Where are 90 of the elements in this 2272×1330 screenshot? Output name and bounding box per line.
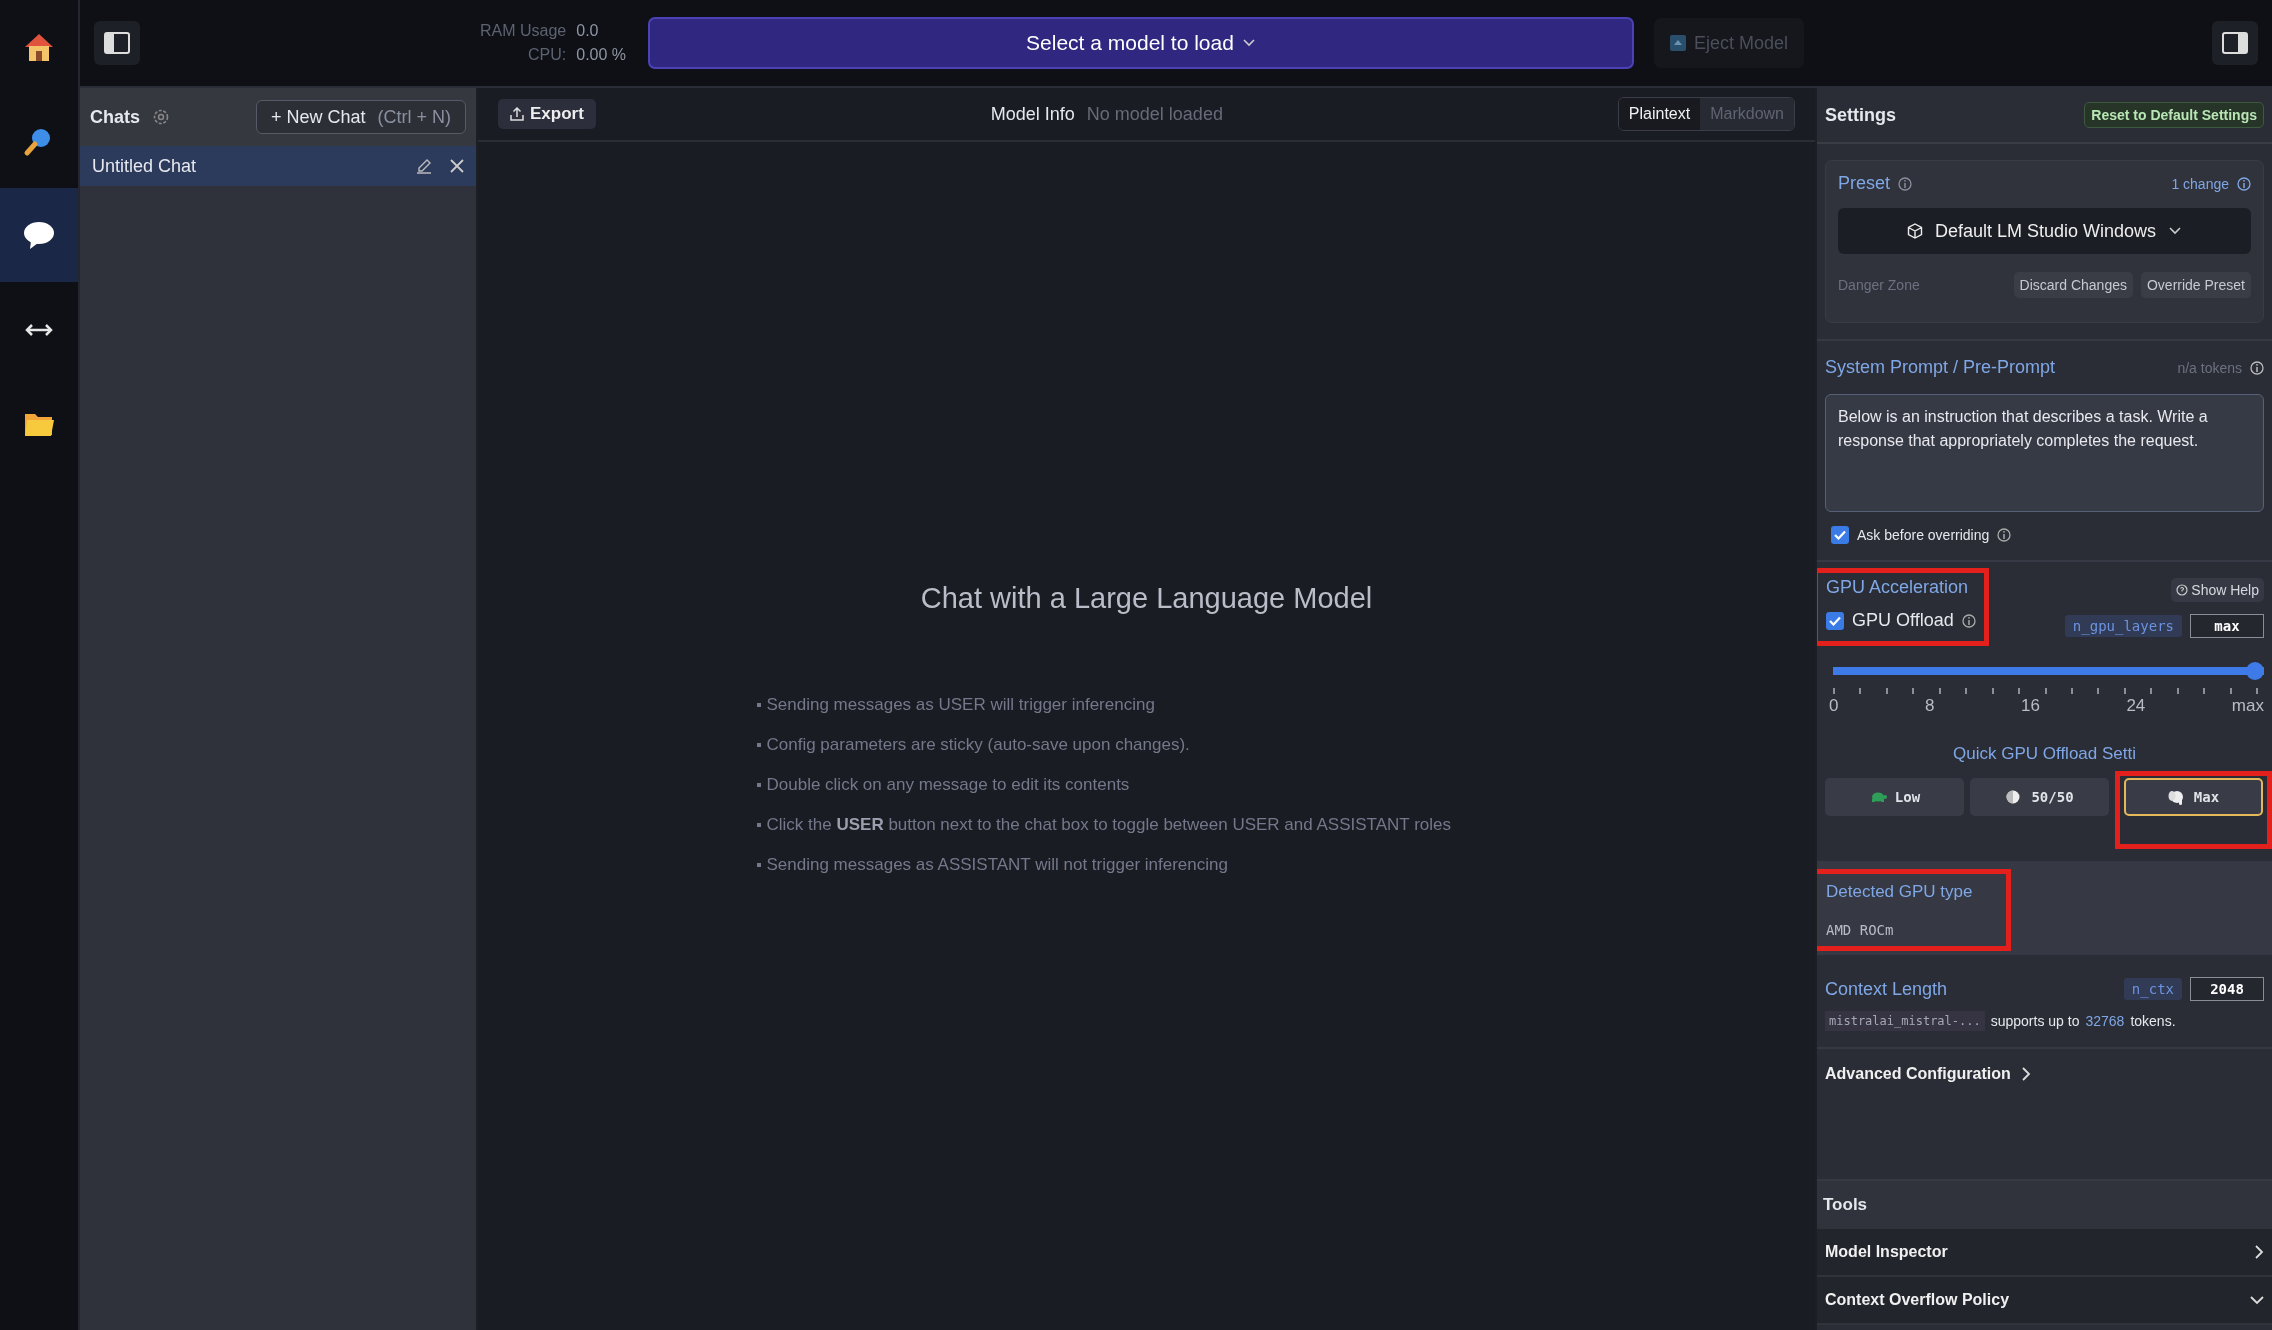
show-help-button[interactable]: Show Help — [2171, 578, 2264, 602]
system-prompt-label: System Prompt / Pre-Prompt — [1825, 357, 2056, 378]
context-length-label: Context Length — [1825, 978, 1948, 1000]
token-limit: 32768 — [2085, 1013, 2125, 1029]
chat-list-item[interactable]: Untitled Chat — [80, 146, 476, 186]
tick-label: 8 — [1925, 696, 1935, 716]
empty-chat-heading: Chat with a Large Language Model — [920, 582, 1373, 615]
export-button[interactable]: Export — [498, 99, 596, 129]
quick-offload-button[interactable]: Low — [1825, 778, 1964, 816]
advanced-configuration-toggle[interactable]: Advanced Configuration — [1825, 1059, 2031, 1089]
checkbox-label: GPU Offload — [1852, 610, 1954, 631]
chevron-down-icon — [2168, 226, 2183, 236]
tick-label: 16 — [2020, 696, 2040, 716]
chats-title: Chats — [90, 106, 140, 128]
settings-panel-toggle-button[interactable] — [2212, 21, 2258, 65]
supports-text: supports up to — [1990, 1013, 2080, 1029]
tip-text: Double click on any message to edit its contents — [766, 775, 1130, 795]
preset-dropdown[interactable]: Default LM Studio Windows — [1838, 208, 2251, 254]
danger-zone-label: Danger Zone — [1838, 277, 1920, 293]
model-select-dropdown[interactable]: Select a model to load — [648, 17, 1634, 69]
speech-bubble-icon — [22, 219, 56, 251]
tip-text: Sending messages as USER will trigger inferencing — [766, 695, 1155, 715]
system-prompt-field[interactable]: Below is an instruction that describes a task. Write a response that appropriately completes the request. — [1825, 394, 2264, 512]
checkbox-label: Ask before overriding — [1857, 527, 1990, 543]
gpu-layers-field[interactable]: max — [2190, 614, 2264, 638]
parameter-name: n_ctx — [2123, 978, 2182, 1000]
tick-label: 0 — [1829, 696, 1839, 716]
tools-title: Tools — [1817, 1181, 2272, 1229]
cpu-value: 0.00 % — [576, 46, 627, 64]
model-info-label: Model Info — [990, 103, 1075, 125]
tools-item[interactable]: Context Overflow Policy — [1817, 1277, 2272, 1325]
bullet-icon — [756, 703, 761, 707]
nav-item[interactable] — [0, 188, 78, 282]
checkmark-icon — [1834, 530, 1846, 540]
preset-action-button[interactable]: Discard Changes — [2013, 272, 2133, 298]
share-icon — [510, 107, 524, 121]
info-icon — [2250, 360, 2264, 375]
chevron-right-icon — [2020, 1067, 2031, 1081]
tip-text: Config parameters are sticky (auto-save upon changes). — [766, 735, 1190, 755]
panel-left-icon — [104, 32, 130, 54]
ram-label: RAM Usage — [480, 22, 567, 40]
info-icon — [1997, 528, 2012, 542]
eject-icon — [1670, 35, 1686, 51]
cube-icon — [1906, 223, 1923, 239]
bullet-icon — [756, 863, 761, 867]
bullet-icon — [756, 743, 761, 747]
checkmark-icon — [1829, 615, 1841, 626]
bullet-icon — [756, 783, 761, 787]
tick-label: max — [2231, 696, 2264, 716]
tick-label: 24 — [2126, 696, 2146, 716]
quick-settings-title: Quick GPU Offload Setti — [1952, 744, 2137, 764]
cpu-label: CPU: — [527, 46, 567, 64]
context-length-field[interactable]: 2048 — [2190, 977, 2264, 1001]
preset-action-button[interactable]: Override Preset — [2140, 272, 2251, 298]
preset-label: Preset — [1838, 173, 1891, 194]
ram-value: 0.0 — [576, 22, 600, 40]
tokens-text: tokens. — [2130, 1013, 2176, 1029]
checkbox[interactable] — [1826, 611, 1844, 630]
change-count[interactable]: 1 change — [2171, 175, 2229, 192]
parameter-name: n_gpu_layers — [2064, 615, 2182, 637]
info-icon — [1898, 176, 1913, 191]
chevron-down-icon — [2250, 1295, 2264, 1305]
slider-thumb[interactable] — [2246, 662, 2264, 680]
settings-title: Settings — [1825, 104, 1897, 126]
chat-title: Untitled Chat — [92, 155, 198, 177]
quick-offload-button[interactable]: 50/50 — [1970, 778, 2109, 816]
info-icon — [2237, 176, 2251, 191]
new-chat-button[interactable]: + New Chat (Ctrl + N) — [255, 100, 466, 134]
quick-offload-button[interactable]: Max — [2124, 778, 2263, 816]
sidebar-toggle-button[interactable] — [94, 21, 140, 65]
tip-text: Click the USER button next to the chat box to toggle between USER and ASSISTANT roles — [766, 815, 1451, 835]
token-count: n/a tokens — [2177, 359, 2242, 376]
model-name-tag: mistralai_mistral-... — [1825, 1011, 1985, 1031]
panel-right-icon — [2222, 32, 2248, 54]
chevron-right-icon — [2254, 1245, 2264, 1259]
reset-settings-button[interactable]: Reset to Default Settings — [2084, 102, 2264, 128]
question-icon — [2176, 584, 2189, 596]
pencil-icon[interactable] — [416, 158, 432, 174]
tip-text: Sending messages as ASSISTANT will not trigger inferencing — [766, 855, 1228, 875]
detected-gpu-title: Detected GPU type — [1826, 882, 1974, 902]
gpu-acceleration-title: GPU Acceleration — [1826, 577, 1970, 598]
model-info-value: No model loaded — [1086, 103, 1223, 125]
info-icon — [1961, 613, 1976, 628]
bullet-icon — [756, 823, 761, 827]
tools-item[interactable]: Model Inspector — [1817, 1229, 2272, 1277]
detected-gpu-value: AMD ROCm — [1826, 922, 1895, 938]
close-icon[interactable] — [450, 159, 464, 173]
checkbox[interactable] — [1831, 526, 1849, 544]
settings-icon[interactable] — [152, 108, 170, 126]
chevron-down-icon — [1241, 38, 1256, 48]
